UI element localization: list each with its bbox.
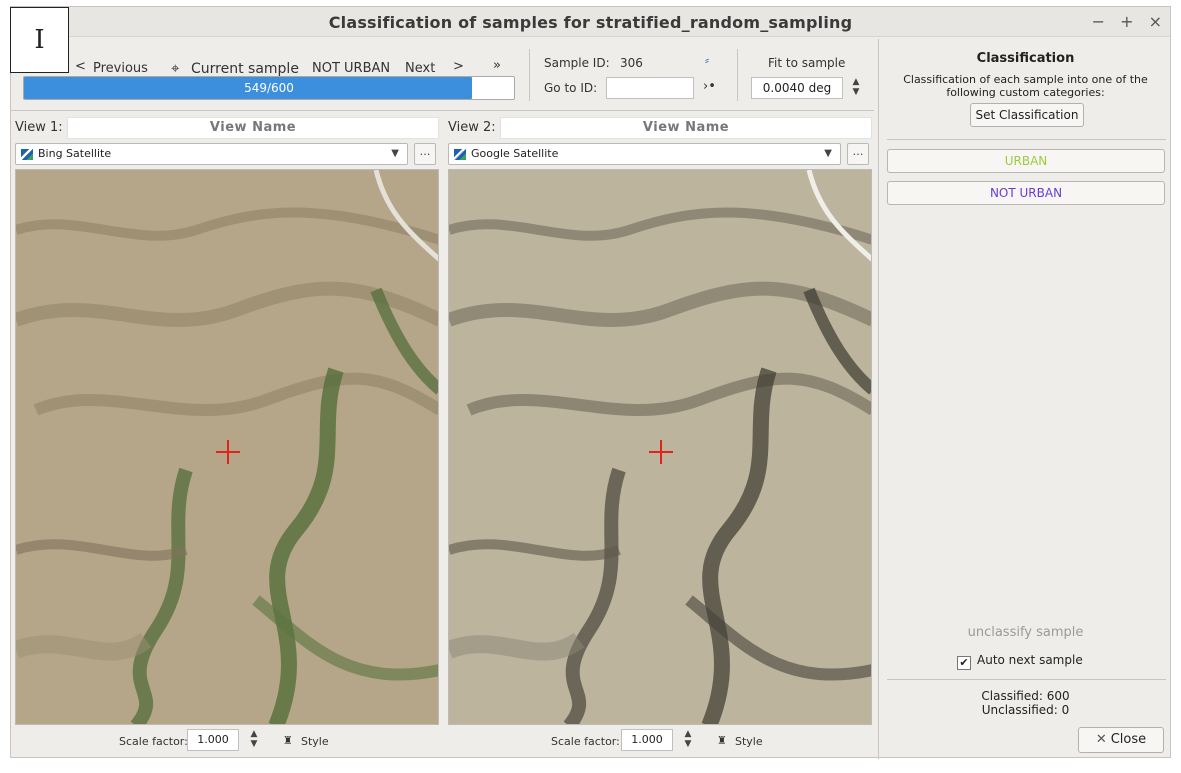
next-button[interactable]: Next — [405, 61, 435, 76]
maximize-icon[interactable]: + — [1120, 12, 1133, 31]
classification-counts: Classified: 600 Unclassified: 0 — [879, 689, 1172, 717]
goto-arrow-icon[interactable]: ›• — [703, 79, 716, 94]
divider — [887, 679, 1166, 680]
classification-panel: Classification Classification of each sa… — [878, 39, 1172, 759]
view2-scale-label: Scale factor: — [551, 735, 620, 748]
chevron-down-icon: ▼ — [824, 148, 832, 159]
view1-style-icon[interactable]: ♜ — [283, 734, 293, 747]
unclassified-count: Unclassified: 0 — [981, 703, 1070, 717]
progress-bar: 549/600 — [23, 76, 515, 100]
fit-spinner-icon[interactable]: ▲ ▼ — [849, 77, 863, 99]
divider — [11, 110, 874, 111]
divider — [737, 49, 738, 101]
previous-button[interactable]: Previous — [93, 61, 148, 76]
sample-id-value: 306 — [620, 56, 643, 70]
next-chevron-icon[interactable]: > — [453, 59, 464, 74]
fit-to-sample-button[interactable]: Fit to sample — [768, 56, 845, 70]
view1-scale-input[interactable]: 1.000 — [187, 729, 239, 751]
auto-next-option[interactable]: ✔ Auto next sample — [957, 653, 1083, 670]
view1-scale-spinner-icon[interactable]: ▲ ▼ — [247, 729, 261, 751]
close-icon: ✕ — [1095, 732, 1107, 747]
unclassify-sample-button[interactable]: unclassify sample — [879, 625, 1172, 640]
view2-source-select[interactable]: Google Satellite ▼ — [448, 143, 841, 165]
minimize-icon[interactable]: − — [1092, 12, 1105, 31]
sample-crosshair-icon — [649, 440, 673, 464]
progress-text: 549/600 — [244, 81, 294, 95]
view2-style-button[interactable]: Style — [735, 735, 763, 748]
view2-scale-input[interactable]: 1.000 — [621, 729, 673, 751]
classification-description: Classification of each sample into one o… — [903, 73, 1148, 99]
sample-navigation: < Previous ⌖ Current sample NOT URBAN Ne… — [11, 47, 871, 77]
view2-scale-spinner-icon[interactable]: ▲ ▼ — [681, 729, 695, 751]
map-layer-icon — [21, 149, 33, 160]
sample-crosshair-icon — [216, 440, 240, 464]
view2-style-icon[interactable]: ♜ — [717, 734, 727, 747]
view1-map[interactable] — [15, 169, 439, 725]
sample-id-label: Sample ID: — [544, 56, 610, 70]
window-title: Classification of samples for stratified… — [328, 13, 853, 32]
previous-chevron-icon[interactable]: < — [75, 59, 86, 74]
auto-next-label: Auto next sample — [977, 653, 1083, 667]
close-button[interactable]: ✕ Close — [1078, 727, 1164, 753]
last-sample-icon[interactable]: » — [493, 58, 501, 73]
locate-sample-icon[interactable]: ⸗ — [705, 53, 709, 67]
category-not-urban-button[interactable]: NOT URBAN — [887, 181, 1165, 205]
classified-count: Classified: 600 — [981, 689, 1070, 703]
view2-options-button[interactable]: … — [847, 143, 869, 165]
view1-label: View 1: — [15, 120, 63, 135]
view2-source-value: Google Satellite — [471, 147, 559, 160]
divider — [529, 49, 530, 101]
title-bar: Classification of samples for stratified… — [11, 7, 1170, 37]
view1-options-button[interactable]: … — [414, 143, 436, 165]
goto-id-label: Go to ID: — [544, 81, 598, 95]
view1-source-value: Bing Satellite — [38, 147, 112, 160]
current-classification-status: NOT URBAN — [312, 61, 391, 76]
view2-label: View 2: — [448, 120, 496, 135]
view1-name-field[interactable]: View Name — [67, 117, 439, 139]
close-button-label: Close — [1110, 732, 1147, 747]
close-window-icon[interactable]: × — [1149, 12, 1162, 31]
current-sample-button[interactable]: Current sample — [191, 61, 299, 77]
fit-distance-input[interactable]: 0.0040 deg — [751, 77, 843, 99]
window-controls: − + × — [1082, 12, 1162, 31]
crosshair-target-icon[interactable]: ⌖ — [171, 59, 179, 77]
goto-id-input[interactable] — [606, 77, 694, 99]
view1-scale-label: Scale factor: — [119, 735, 188, 748]
view1-style-button[interactable]: Style — [301, 735, 329, 748]
figure-panel-label: I — [10, 7, 69, 73]
view1-source-select[interactable]: Bing Satellite ▼ — [15, 143, 408, 165]
view2-map[interactable] — [448, 169, 872, 725]
set-classification-button[interactable]: Set Classification — [970, 103, 1084, 127]
view2-name-field[interactable]: View Name — [500, 117, 872, 139]
map-layer-icon — [454, 149, 466, 160]
classification-dialog: Classification of samples for stratified… — [10, 6, 1172, 759]
auto-next-checkbox[interactable]: ✔ — [957, 656, 971, 670]
chevron-down-icon: ▼ — [391, 148, 399, 159]
classification-title: Classification — [976, 51, 1075, 66]
divider — [887, 139, 1166, 140]
category-urban-button[interactable]: URBAN — [887, 149, 1165, 173]
